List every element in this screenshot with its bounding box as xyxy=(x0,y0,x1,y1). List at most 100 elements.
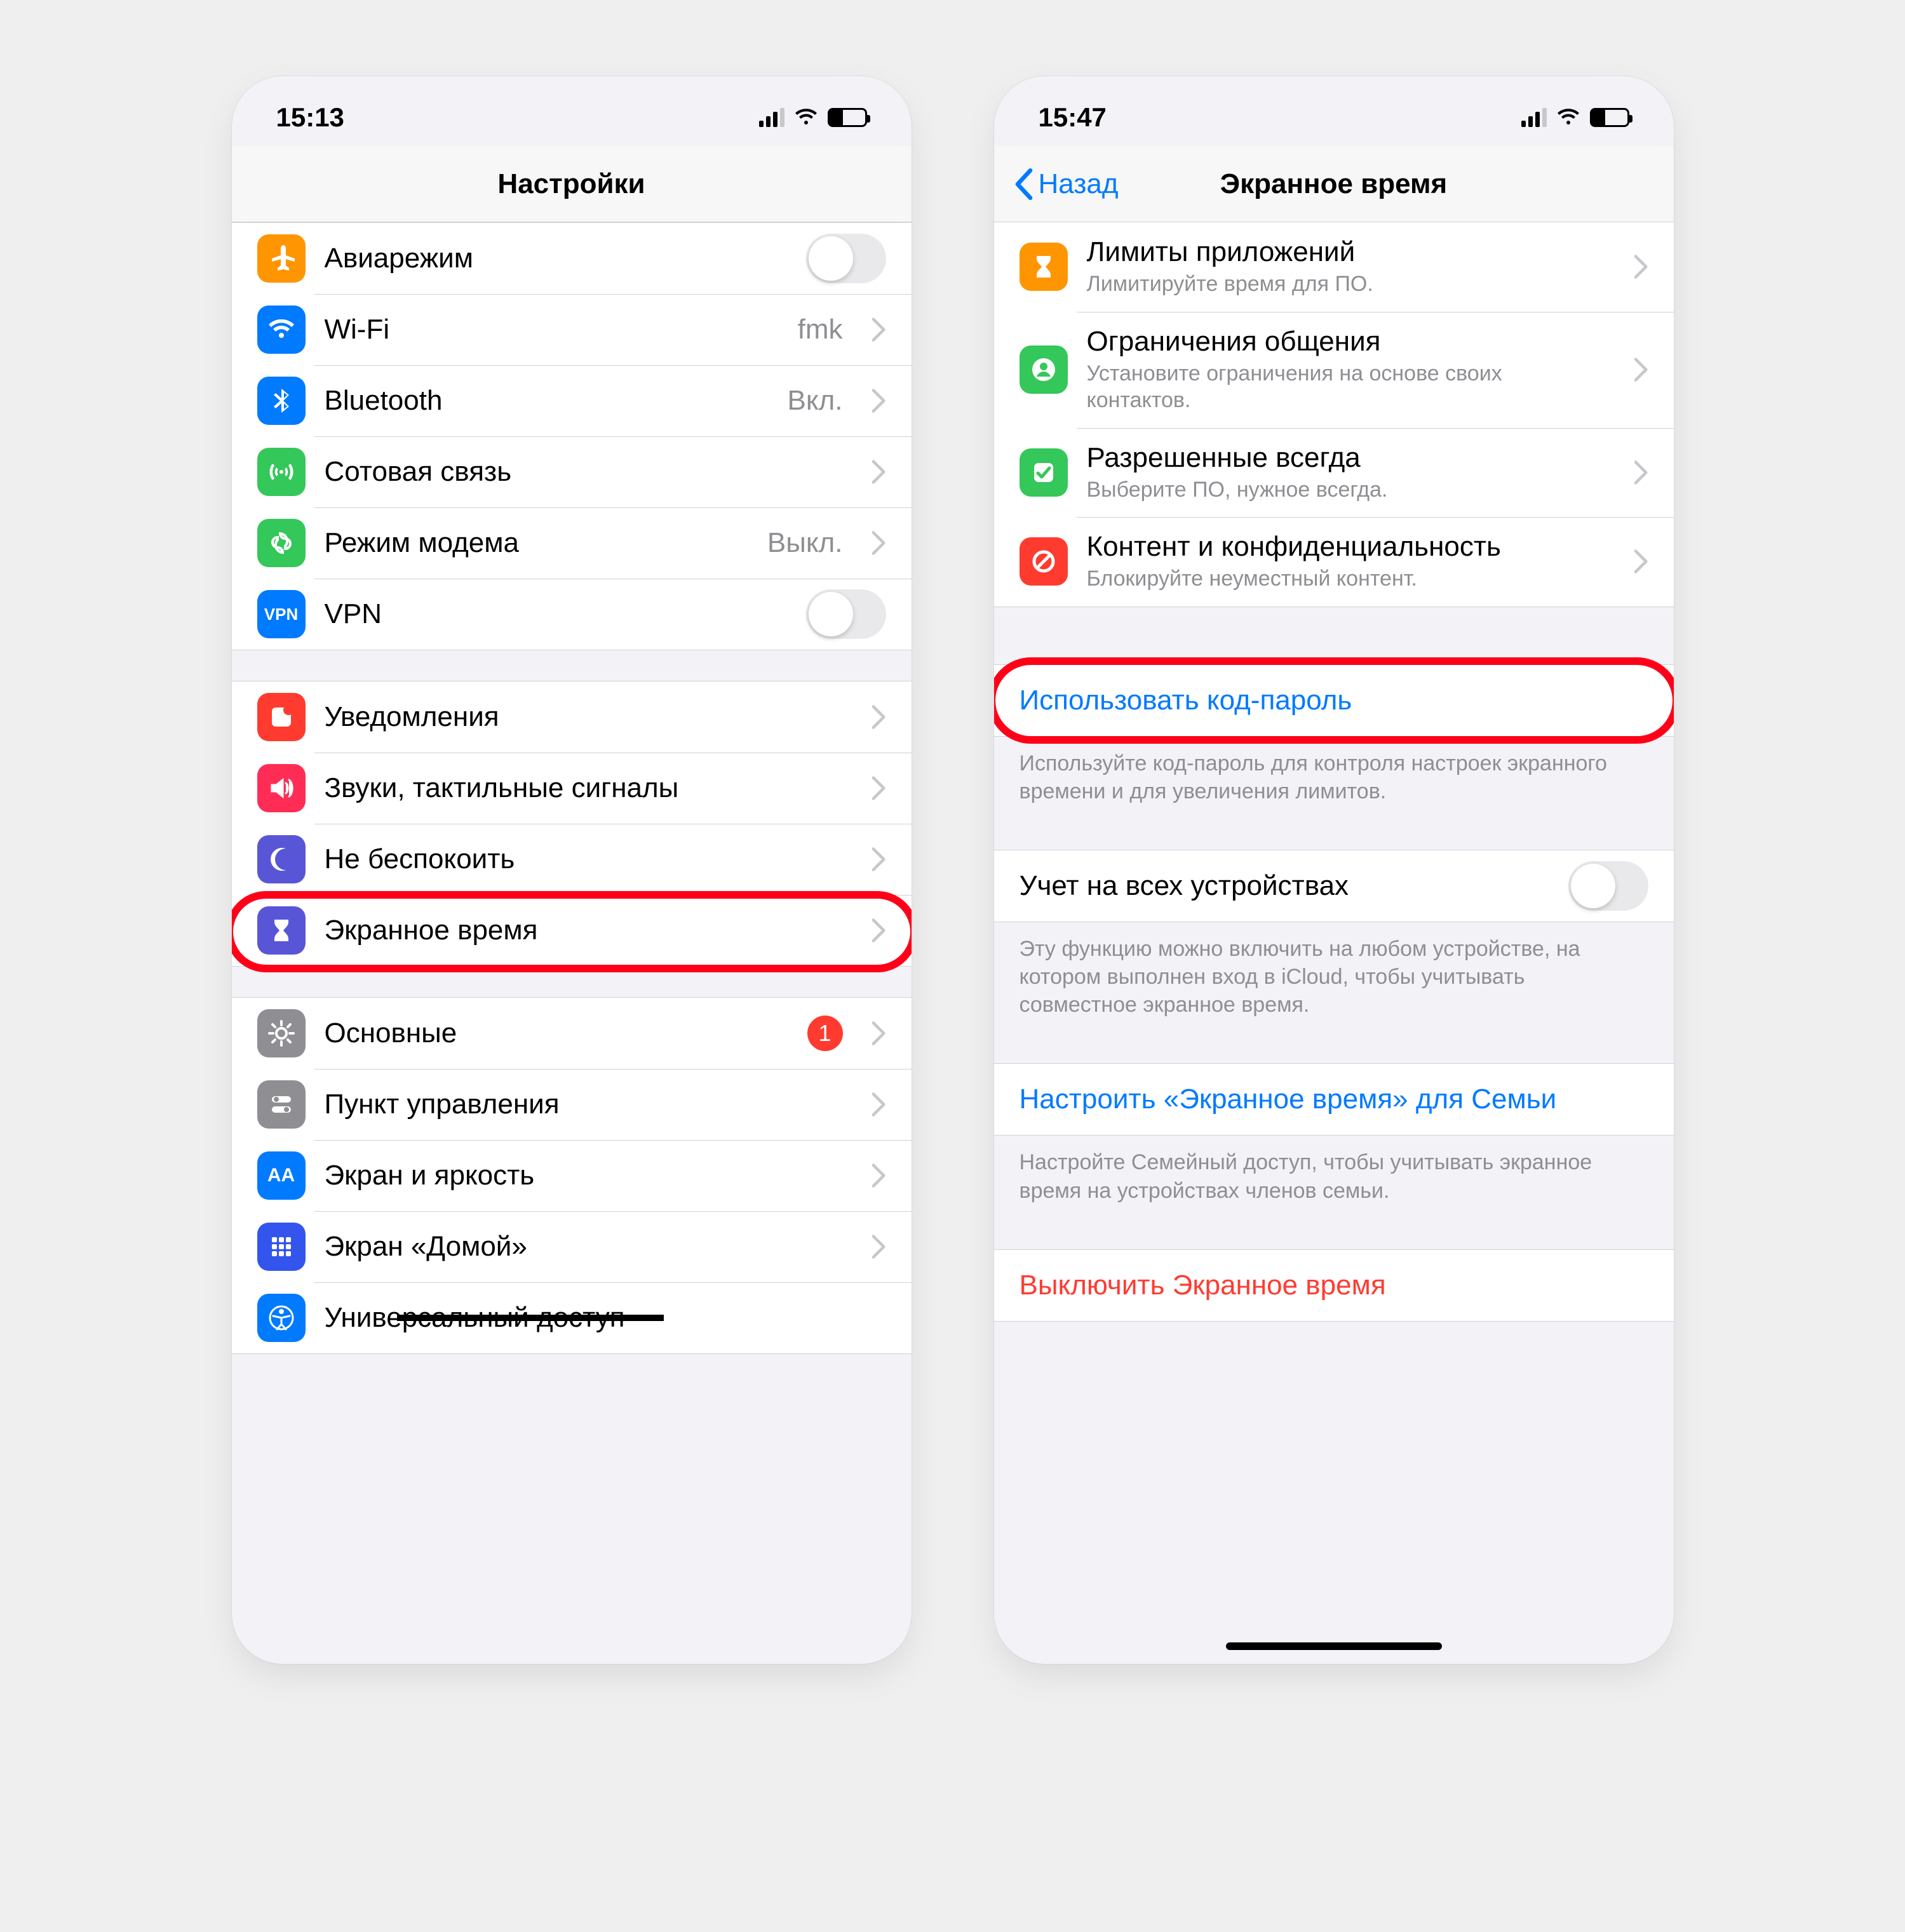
row-display[interactable]: AA Экран и яркость xyxy=(232,1140,912,1211)
row-notifications[interactable]: Уведомления xyxy=(232,681,912,753)
settings-group-connectivity: Авиарежим Wi-Fi fmk Bluetooth Вкл. Сотов… xyxy=(232,222,912,650)
row-label: Использовать код-пароль xyxy=(1020,685,1648,716)
row-label: Контент и конфиденциальность xyxy=(1087,531,1612,563)
airplane-icon xyxy=(257,234,306,283)
wifi-icon xyxy=(793,108,819,127)
bluetooth-icon xyxy=(257,377,306,425)
status-indicators xyxy=(759,108,867,127)
battery-icon xyxy=(828,108,867,127)
settings-group-alerts: Уведомления Звуки, тактильные сигналы Не… xyxy=(232,681,912,967)
row-label: Настроить «Экранное время» для Семьи xyxy=(1020,1083,1648,1115)
phone-screentime: 15:47 Назад Экранное время Лимиты прилож… xyxy=(994,76,1674,1664)
contact-icon xyxy=(1020,345,1068,394)
row-always-allowed[interactable]: Разрешенные всегда Выберите ПО, нужное в… xyxy=(994,428,1674,518)
row-label: Выключить Экранное время xyxy=(1020,1270,1648,1301)
row-share-across-devices[interactable]: Учет на всех устройствах xyxy=(994,850,1674,922)
nav-header: Настройки xyxy=(232,146,912,222)
accessibility-icon xyxy=(257,1294,306,1342)
row-label: Ограничения общения xyxy=(1087,326,1612,358)
row-label: Звуки, тактильные сигналы xyxy=(325,772,849,804)
nav-header: Назад Экранное время xyxy=(994,146,1674,222)
row-label: Wi-Fi xyxy=(325,314,779,345)
chevron-icon xyxy=(872,918,886,943)
row-subtitle: Блокируйте неуместный контент. xyxy=(1087,565,1612,593)
chevron-icon xyxy=(1634,460,1648,485)
row-label: Учет на всех устройствах xyxy=(1020,870,1549,902)
row-label: Режим модема xyxy=(325,527,748,559)
row-screen-time[interactable]: Экранное время xyxy=(232,895,912,966)
row-value: Вкл. xyxy=(788,385,843,417)
chevron-icon xyxy=(872,460,886,484)
home-indicator[interactable] xyxy=(1226,1642,1442,1650)
redaction-bar xyxy=(397,1315,664,1321)
moon-icon xyxy=(257,835,306,883)
row-content-privacy[interactable]: Контент и конфиденциальность Блокируйте … xyxy=(994,517,1674,607)
row-subtitle: Выберите ПО, нужное всегда. xyxy=(1087,476,1612,504)
row-general[interactable]: Основные 1 xyxy=(232,998,912,1069)
chevron-icon xyxy=(872,1235,886,1259)
back-button[interactable]: Назад xyxy=(1013,146,1119,222)
row-label: VPN xyxy=(325,598,787,630)
row-turn-off-screentime[interactable]: Выключить Экранное время xyxy=(994,1250,1674,1321)
row-value: fmk xyxy=(798,314,843,345)
row-label: Лимиты приложений xyxy=(1087,236,1612,268)
row-hotspot[interactable]: Режим модема Выкл. xyxy=(232,507,912,579)
chevron-icon xyxy=(872,318,886,342)
status-bar: 15:47 xyxy=(994,76,1674,146)
row-label: Не беспокоить xyxy=(325,843,849,875)
hourglass-icon xyxy=(1020,243,1068,291)
turnoff-group: Выключить Экранное время xyxy=(994,1249,1674,1322)
row-cellular[interactable]: Сотовая связь xyxy=(232,436,912,507)
row-airplane-mode[interactable]: Авиарежим xyxy=(232,223,912,294)
chevron-icon xyxy=(872,1021,886,1045)
row-sounds[interactable]: Звуки, тактильные сигналы xyxy=(232,753,912,824)
row-use-passcode[interactable]: Использовать код-пароль xyxy=(994,665,1674,736)
row-value: Выкл. xyxy=(767,527,843,559)
airplane-toggle[interactable] xyxy=(806,234,886,283)
chevron-icon xyxy=(872,847,886,871)
back-label: Назад xyxy=(1039,168,1119,200)
checkmark-icon xyxy=(1020,448,1068,497)
chevron-icon xyxy=(872,1164,886,1188)
text-size-icon: AA xyxy=(257,1151,306,1200)
row-bluetooth[interactable]: Bluetooth Вкл. xyxy=(232,365,912,436)
passcode-footer: Используйте код-пароль для контроля наст… xyxy=(994,737,1674,805)
status-time: 15:47 xyxy=(1039,102,1107,133)
vpn-icon: VPN xyxy=(257,590,306,638)
block-icon xyxy=(1020,537,1068,586)
row-label: Разрешенные всегда xyxy=(1087,442,1612,474)
row-vpn[interactable]: VPN VPN xyxy=(232,579,912,650)
row-communication-limits[interactable]: Ограничения общения Установите ограничен… xyxy=(994,312,1674,428)
chevron-icon xyxy=(1634,255,1648,279)
gear-icon xyxy=(257,1009,306,1057)
settings-group-general: Основные 1 Пункт управления AA Экран и я… xyxy=(232,997,912,1354)
row-label: Экранное время xyxy=(325,915,849,946)
page-title: Экранное время xyxy=(1220,168,1447,200)
row-label: Уведомления xyxy=(325,701,849,733)
screentime-list[interactable]: Лимиты приложений Лимитируйте время для … xyxy=(994,222,1674,1664)
share-toggle[interactable] xyxy=(1568,861,1648,911)
chevron-icon xyxy=(872,776,886,800)
row-accessibility[interactable]: Универсальный доступ xyxy=(232,1282,912,1353)
chevron-icon xyxy=(872,389,886,413)
notifications-icon xyxy=(257,693,306,741)
share-devices-group: Учет на всех устройствах xyxy=(994,850,1674,922)
wifi-icon xyxy=(1556,108,1581,127)
settings-list[interactable]: Авиарежим Wi-Fi fmk Bluetooth Вкл. Сотов… xyxy=(232,222,912,1664)
cellular-icon xyxy=(257,448,306,496)
share-footer: Эту функцию можно включить на любом устр… xyxy=(994,922,1674,1019)
cellular-signal-icon xyxy=(1521,108,1547,127)
row-dnd[interactable]: Не беспокоить xyxy=(232,824,912,895)
row-wifi[interactable]: Wi-Fi fmk xyxy=(232,294,912,365)
notification-badge: 1 xyxy=(807,1016,843,1051)
chevron-icon xyxy=(1634,549,1648,574)
status-indicators xyxy=(1521,108,1629,127)
row-home-screen[interactable]: Экран «Домой» xyxy=(232,1211,912,1282)
vpn-toggle[interactable] xyxy=(806,589,886,639)
row-subtitle: Установите ограничения на основе своих к… xyxy=(1087,360,1612,414)
row-control-center[interactable]: Пункт управления xyxy=(232,1069,912,1140)
row-app-limits[interactable]: Лимиты приложений Лимитируйте время для … xyxy=(994,222,1674,312)
row-label: Авиарежим xyxy=(325,243,787,274)
row-setup-family[interactable]: Настроить «Экранное время» для Семьи xyxy=(994,1064,1674,1135)
row-label: Пункт управления xyxy=(325,1089,849,1120)
